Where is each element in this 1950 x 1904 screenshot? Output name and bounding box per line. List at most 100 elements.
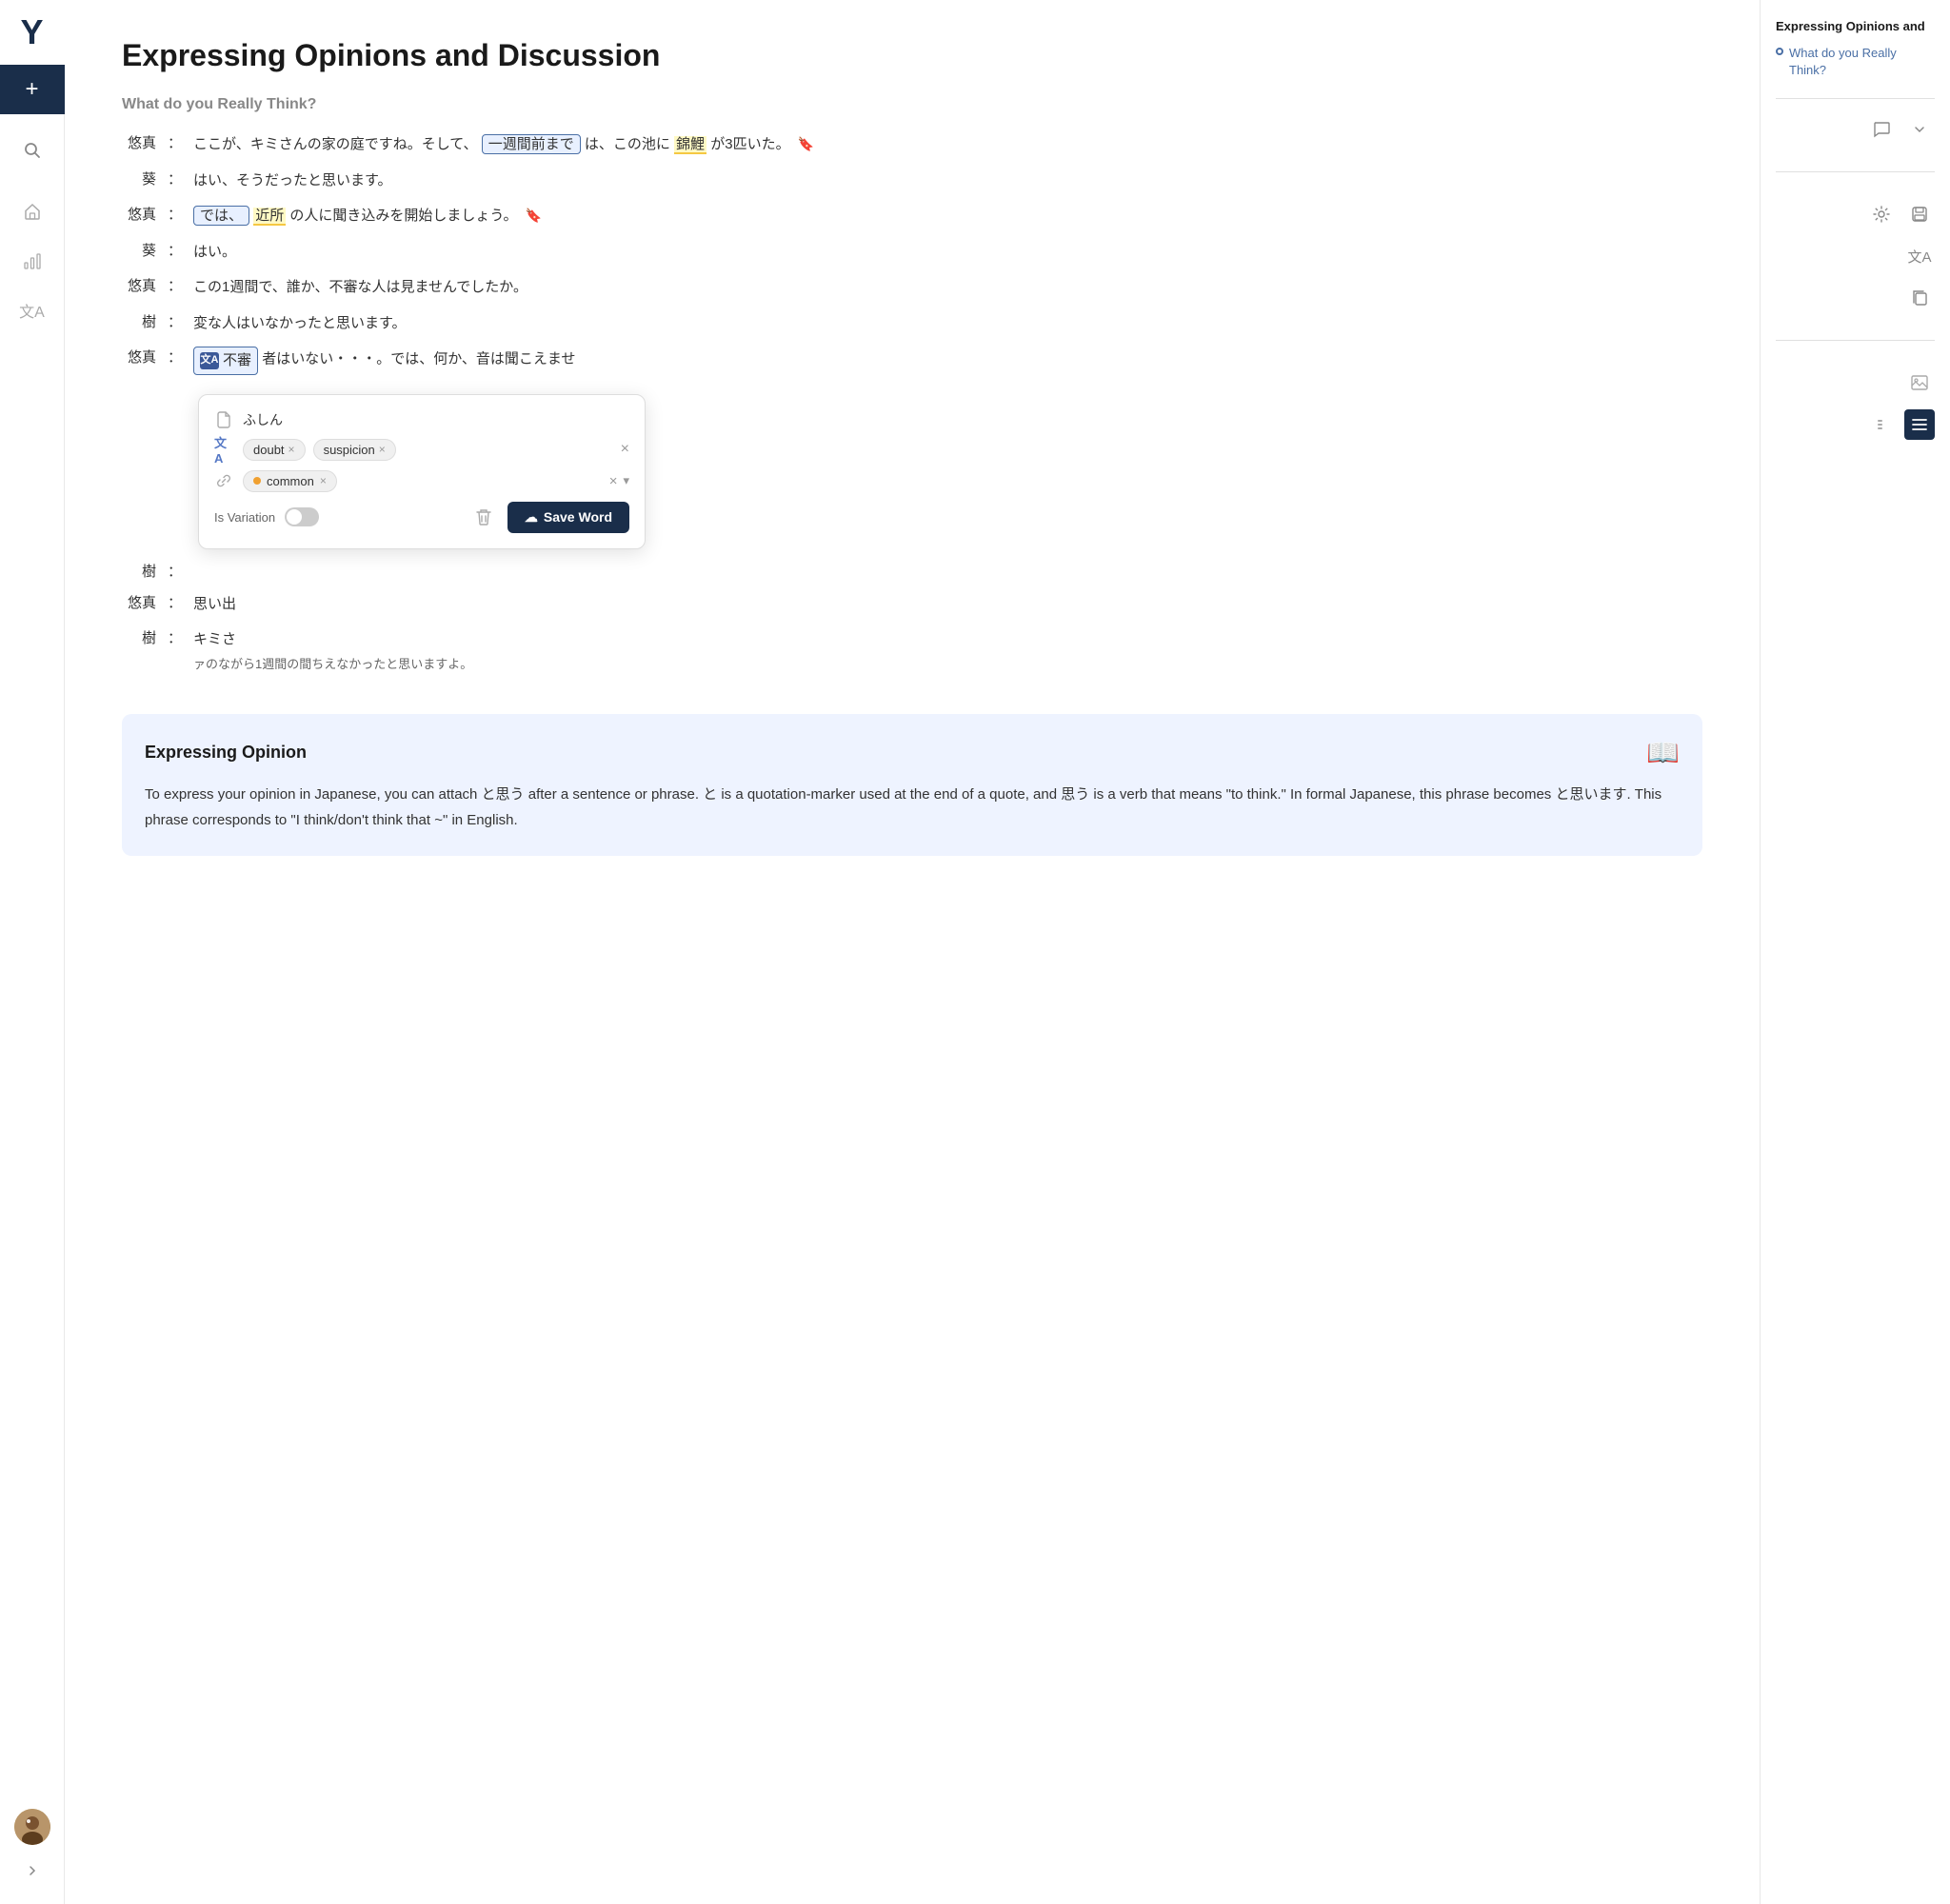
sidebar-bottom xyxy=(14,1809,50,1904)
speaker-name: 悠真 xyxy=(122,132,156,152)
popup-translations-row: 文A doubt × suspicion × × xyxy=(214,439,629,461)
highlight-phrase: 一週間前まで xyxy=(482,134,581,154)
dialogue-text: では、 近所 の人に聞き込みを開始しましょう。 🔖 xyxy=(193,204,1702,228)
dialogue-text: キミさ ァのながら1週間の間ちえなかったと思いますよ。 xyxy=(193,627,1702,676)
speaker-name: 悠真 xyxy=(122,592,156,612)
speaker-name: 葵 xyxy=(122,240,156,260)
app-logo: Y xyxy=(0,0,65,65)
tool-row-settings xyxy=(1776,199,1935,229)
dialogue-text: ここが、キミさんの家の庭ですね。そして、 一週間前まで は、この池に 錦鯉 が3… xyxy=(193,132,1702,157)
chevron-tool-button[interactable] xyxy=(1904,114,1935,145)
right-panel-divider xyxy=(1776,98,1935,99)
search-button[interactable] xyxy=(0,129,65,171)
table-row: 悠真 ： では、 近所 の人に聞き込みを開始しましょう。 🔖 xyxy=(122,204,1702,228)
note-book-icon: 📖 xyxy=(1646,737,1680,768)
word-popup-trigger[interactable]: 文A 不審 xyxy=(193,347,258,375)
clear-level-button[interactable]: × xyxy=(609,473,618,489)
level-chevron[interactable]: ▾ xyxy=(623,473,629,489)
image-tool-button[interactable] xyxy=(1904,367,1935,398)
save-tool-button[interactable] xyxy=(1904,199,1935,229)
vocab-word[interactable]: 近所 xyxy=(253,208,286,226)
remove-tag-button[interactable]: × xyxy=(379,444,386,455)
speaker-name: 葵 xyxy=(122,169,156,188)
translation-tag-suspicion[interactable]: suspicion × xyxy=(313,439,396,461)
add-button[interactable]: + xyxy=(0,65,65,114)
save-word-button[interactable]: ☁ Save Word xyxy=(507,502,629,533)
view-toggle xyxy=(1870,409,1935,440)
speaker-name: 樹 xyxy=(122,561,156,581)
sidebar-expand-button[interactable] xyxy=(14,1853,50,1889)
bookmark-icon[interactable]: 🔖 xyxy=(798,133,814,156)
tool-row-comment xyxy=(1776,114,1935,145)
home-icon xyxy=(23,202,42,221)
translate-tool-button[interactable]: 文A xyxy=(1904,241,1935,271)
table-row: 樹 ： xyxy=(122,561,1702,581)
table-row: 悠真 ： 文A 不審 者はいない・・・。では、何か、音は聞こえませ xyxy=(122,347,1702,375)
sidebar: Y + 文A xyxy=(0,0,65,1904)
remove-tag-button[interactable]: × xyxy=(289,444,295,455)
dialogue-text: この1週間で、誰か、不審な人は見ませんでしたか。 xyxy=(193,275,1702,300)
list-view-button[interactable] xyxy=(1904,409,1935,440)
speaker-name: 樹 xyxy=(122,311,156,331)
remove-level-button[interactable]: × xyxy=(320,475,327,486)
table-row: 葵 ： はい、そうだったと思います。 xyxy=(122,169,1702,193)
is-variation-toggle[interactable] xyxy=(285,507,319,526)
level-label: common xyxy=(267,474,314,488)
vocab-word[interactable]: 錦鯉 xyxy=(674,136,706,154)
main-content: Expressing Opinions and Discussion What … xyxy=(65,0,1760,1904)
tool-row-view-toggle xyxy=(1776,409,1935,440)
popup-tags-container: doubt × suspicion × × xyxy=(243,439,629,461)
dialogue-text: 思い出 xyxy=(193,592,1702,617)
save-word-label: Save Word xyxy=(544,509,612,525)
popup-common-container: common × × ▾ xyxy=(243,470,629,492)
speaker-name: 悠真 xyxy=(122,347,156,367)
section-title: What do you Really Think? xyxy=(122,96,1702,113)
comment-tool-button[interactable] xyxy=(1866,114,1897,145)
tool-row-copy xyxy=(1776,283,1935,313)
copy-tool-button[interactable] xyxy=(1904,283,1935,313)
tools-divider xyxy=(1776,171,1935,172)
word-popup-card: ふしん 文A doubt × suspicion × × xyxy=(198,394,646,549)
continuation-text: ァのながら1週間の間ちえなかったと思いますよ。 xyxy=(193,657,472,671)
bookmark-icon[interactable]: 🔖 xyxy=(526,205,542,228)
page-title: Expressing Opinions and Discussion xyxy=(122,38,1702,73)
avatar[interactable] xyxy=(14,1809,50,1845)
right-panel-link-text: What do you Really Think? xyxy=(1789,45,1935,79)
right-panel-tools: 文A xyxy=(1776,114,1935,440)
right-panel-title: Expressing Opinions and xyxy=(1776,19,1935,33)
translation-tag-doubt[interactable]: doubt × xyxy=(243,439,306,461)
right-panel-link[interactable]: What do you Really Think? xyxy=(1776,45,1935,79)
speaker-name: 樹 xyxy=(122,627,156,647)
dialogue-container: 悠真 ： ここが、キミさんの家の庭ですね。そして、 一週間前まで は、この池に … xyxy=(122,132,1702,676)
sidebar-item-translate[interactable]: 文A xyxy=(11,289,53,331)
dialogue-text: はい、そうだったと思います。 xyxy=(193,169,1702,193)
search-icon xyxy=(24,142,41,159)
translate-tool-icon: 文A xyxy=(1907,247,1931,267)
tool-row-translate: 文A xyxy=(1776,241,1935,271)
delete-word-button[interactable] xyxy=(469,503,498,531)
dialogue-text: 文A 不審 者はいない・・・。では、何か、音は聞こえませ xyxy=(193,347,1702,375)
cloud-icon: ☁ xyxy=(525,509,538,526)
sidebar-item-stats[interactable] xyxy=(11,240,53,282)
tool-row-image xyxy=(1776,367,1935,398)
sidebar-item-home[interactable] xyxy=(11,190,53,232)
avatar-svg xyxy=(14,1809,50,1845)
gear-tool-button[interactable] xyxy=(1866,199,1897,229)
tag-label: doubt xyxy=(253,443,285,457)
popup-level-row: common × × ▾ xyxy=(214,470,629,492)
chevron-right-icon xyxy=(25,1863,40,1878)
translate-nav-icon: 文A xyxy=(19,299,45,322)
avatar-image xyxy=(14,1809,50,1845)
level-dot xyxy=(253,477,261,485)
table-row: 樹 ： キミさ ァのながら1週間の間ちえなかったと思いますよ。 xyxy=(122,627,1702,676)
sidebar-nav: 文A xyxy=(11,190,53,331)
note-section: Expressing Opinion 📖 To express your opi… xyxy=(122,714,1702,856)
table-row: 悠真 ： この1週間で、誰か、不審な人は見ませんでしたか。 xyxy=(122,275,1702,300)
popup-footer: Is Variation ☁ Save Word xyxy=(214,502,629,533)
clear-tags-button[interactable]: × xyxy=(621,441,629,458)
link-icon xyxy=(214,471,233,490)
clip-icon xyxy=(214,410,233,429)
lines-view-button[interactable] xyxy=(1870,409,1900,440)
level-tag-common[interactable]: common × xyxy=(243,470,337,492)
speaker-name: 悠真 xyxy=(122,275,156,295)
